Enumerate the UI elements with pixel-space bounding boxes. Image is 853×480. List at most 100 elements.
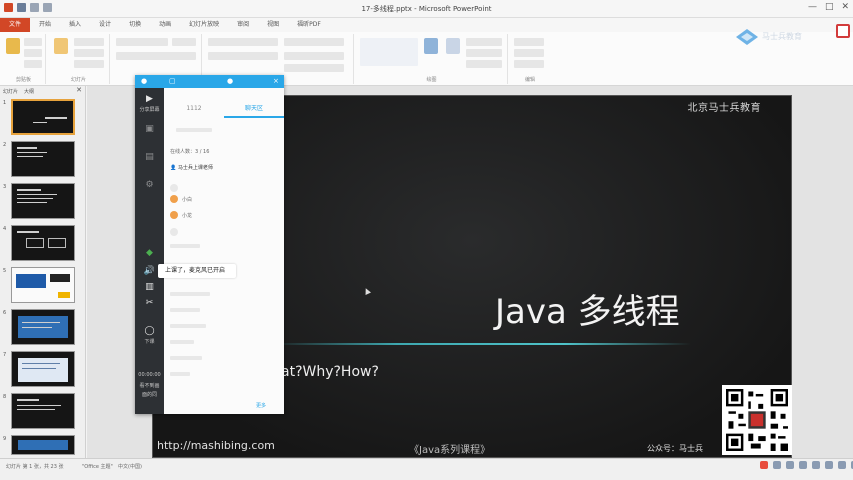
avatar bbox=[170, 211, 178, 219]
thumbnail-image bbox=[11, 267, 75, 303]
font-family-select[interactable] bbox=[116, 38, 168, 46]
tab-slideshow[interactable]: 幻灯片放映 bbox=[180, 18, 228, 32]
text-direction-button[interactable] bbox=[284, 38, 344, 46]
sidebar-tool[interactable]: ▥ bbox=[135, 282, 164, 294]
keyboard-icon[interactable] bbox=[799, 461, 807, 469]
align-text-button[interactable] bbox=[284, 52, 344, 60]
smartart-button[interactable] bbox=[284, 64, 344, 72]
close-button[interactable]: ✕ bbox=[841, 2, 849, 12]
chat-line bbox=[170, 308, 200, 312]
power-icon: ◯ bbox=[144, 326, 155, 336]
paste-icon[interactable] bbox=[6, 38, 20, 54]
maximize-button[interactable]: □ bbox=[825, 2, 834, 12]
slide-thumbnail[interactable]: 7 bbox=[0, 351, 86, 391]
pane-close-icon[interactable]: ✕ bbox=[76, 86, 82, 94]
teacher-name: 马士兵上课老师 bbox=[177, 165, 213, 171]
shapes-gallery[interactable] bbox=[360, 38, 418, 66]
sidebar-tool[interactable]: ✂ bbox=[135, 298, 164, 310]
skin-icon[interactable] bbox=[825, 461, 833, 469]
slide-thumbnail[interactable]: 2 bbox=[0, 141, 86, 181]
chat-user-2: 小龙 bbox=[182, 213, 193, 219]
title-bar: 17-多线程.pptx - Microsoft PowerPoint — □ ✕ bbox=[0, 0, 853, 18]
font-style-buttons[interactable] bbox=[116, 52, 196, 60]
settings-tray-icon[interactable] bbox=[812, 461, 820, 469]
slide-number: 7 bbox=[3, 352, 7, 358]
group-clipboard: 剪贴板 bbox=[2, 34, 46, 84]
thumbnail-image bbox=[11, 393, 75, 429]
tab-view[interactable]: 视图 bbox=[258, 18, 288, 32]
mic-icon[interactable]: ● bbox=[227, 77, 233, 85]
language-indicator[interactable]: 中文(中国) bbox=[118, 463, 142, 470]
tab-insert[interactable]: 插入 bbox=[60, 18, 90, 32]
tab-members[interactable]: 1112 bbox=[164, 100, 224, 118]
section-button[interactable] bbox=[74, 60, 104, 68]
slide-number: 3 bbox=[3, 184, 7, 190]
layout-button[interactable] bbox=[74, 38, 104, 46]
panel-menu-icon[interactable]: ● bbox=[141, 77, 147, 85]
input-method-icon[interactable] bbox=[760, 461, 768, 469]
slides-pane: 幻灯片 大纲 ✕ 1 2 3 4 5 6 7 8 9 bbox=[0, 86, 86, 458]
shape-effects-button[interactable] bbox=[466, 60, 502, 68]
slide-thumbnail[interactable]: 5 bbox=[0, 267, 86, 307]
timer-note-1: 看不到画 bbox=[139, 383, 160, 389]
minimize-button[interactable]: — bbox=[808, 2, 817, 12]
slide-title[interactable]: Java 多线程 bbox=[495, 284, 680, 333]
align-buttons[interactable] bbox=[208, 52, 278, 60]
tab-outline[interactable]: 大纲 bbox=[21, 86, 37, 96]
qr-code-icon bbox=[726, 389, 788, 451]
window-title: 17-多线程.pptx - Microsoft PowerPoint bbox=[361, 5, 492, 13]
tab-slides[interactable]: 幻灯片 bbox=[0, 86, 21, 96]
more-link[interactable]: 更多 bbox=[256, 402, 266, 409]
sidebar-tool[interactable]: ▣ bbox=[135, 124, 164, 136]
shape-fill-button[interactable] bbox=[466, 38, 502, 46]
mic-tray-icon[interactable] bbox=[786, 461, 794, 469]
pane-tabs: 幻灯片 大纲 bbox=[0, 86, 86, 96]
sidebar-tool[interactable]: ▤ bbox=[135, 152, 164, 164]
punctuation-icon[interactable] bbox=[773, 461, 781, 469]
tab-file[interactable]: 文件 bbox=[0, 18, 31, 32]
tab-transitions[interactable]: 切换 bbox=[120, 18, 150, 32]
slide-subtitle[interactable]: at?Why?How? bbox=[281, 364, 379, 380]
tab-foxit-pdf[interactable]: 福昕PDF bbox=[288, 18, 330, 32]
replace-button[interactable] bbox=[514, 49, 544, 57]
list-buttons[interactable] bbox=[208, 38, 278, 46]
slide-thumbnail[interactable]: 1 bbox=[0, 99, 86, 139]
new-slide-icon[interactable] bbox=[54, 38, 68, 54]
sidebar-tool[interactable]: ⚙ bbox=[135, 180, 164, 192]
shape-outline-button[interactable] bbox=[466, 49, 502, 57]
toolbox-icon[interactable] bbox=[838, 461, 846, 469]
slide-url: http://mashibing.com bbox=[157, 439, 275, 452]
panel-close-icon[interactable]: × bbox=[273, 77, 279, 85]
share-screen-label: 分享屏幕 bbox=[139, 107, 160, 113]
format-painter-button[interactable] bbox=[24, 60, 42, 68]
tab-chat[interactable]: 聊天区 bbox=[224, 100, 284, 118]
tab-animations[interactable]: 动画 bbox=[150, 18, 180, 32]
chat-placeholder-line bbox=[176, 128, 212, 132]
sidebar-tool[interactable]: ◆ bbox=[135, 248, 164, 260]
notice-toast: 上课了，麦克风已开启 bbox=[158, 264, 236, 278]
find-button[interactable] bbox=[514, 38, 544, 46]
tab-home[interactable]: 开始 bbox=[30, 18, 60, 32]
tab-design[interactable]: 设计 bbox=[90, 18, 120, 32]
slide-thumbnail[interactable]: 3 bbox=[0, 183, 86, 223]
thumbnail-image bbox=[11, 225, 75, 261]
slide-org-name: 北京马士兵教育 bbox=[687, 103, 761, 114]
copy-button[interactable] bbox=[24, 49, 42, 57]
arrange-icon[interactable] bbox=[424, 38, 438, 54]
tab-review[interactable]: 审阅 bbox=[228, 18, 258, 32]
font-size-select[interactable] bbox=[172, 38, 196, 46]
reset-button[interactable] bbox=[74, 49, 104, 57]
user-icon: 👤 bbox=[170, 165, 177, 171]
panel-content: 1112 聊天区 在线人数：3 / 16 👤 马士兵上课老师 小白 小龙 上课了… bbox=[158, 88, 284, 414]
slide-thumbnail[interactable]: 4 bbox=[0, 225, 86, 265]
share-screen-button[interactable]: ▶ 分享屏幕 bbox=[135, 94, 164, 113]
slide-thumbnail[interactable]: 8 bbox=[0, 393, 86, 433]
cut-button[interactable] bbox=[24, 38, 42, 46]
slide-thumbnail[interactable]: 6 bbox=[0, 309, 86, 349]
quick-styles-icon[interactable] bbox=[446, 38, 460, 54]
camera-icon: ◆ bbox=[146, 248, 153, 258]
end-class-button[interactable]: ◯ 下课 bbox=[135, 326, 164, 345]
panel-window-icon[interactable]: ▢ bbox=[169, 77, 176, 85]
select-button[interactable] bbox=[514, 60, 544, 68]
slide-number: 9 bbox=[3, 436, 7, 442]
